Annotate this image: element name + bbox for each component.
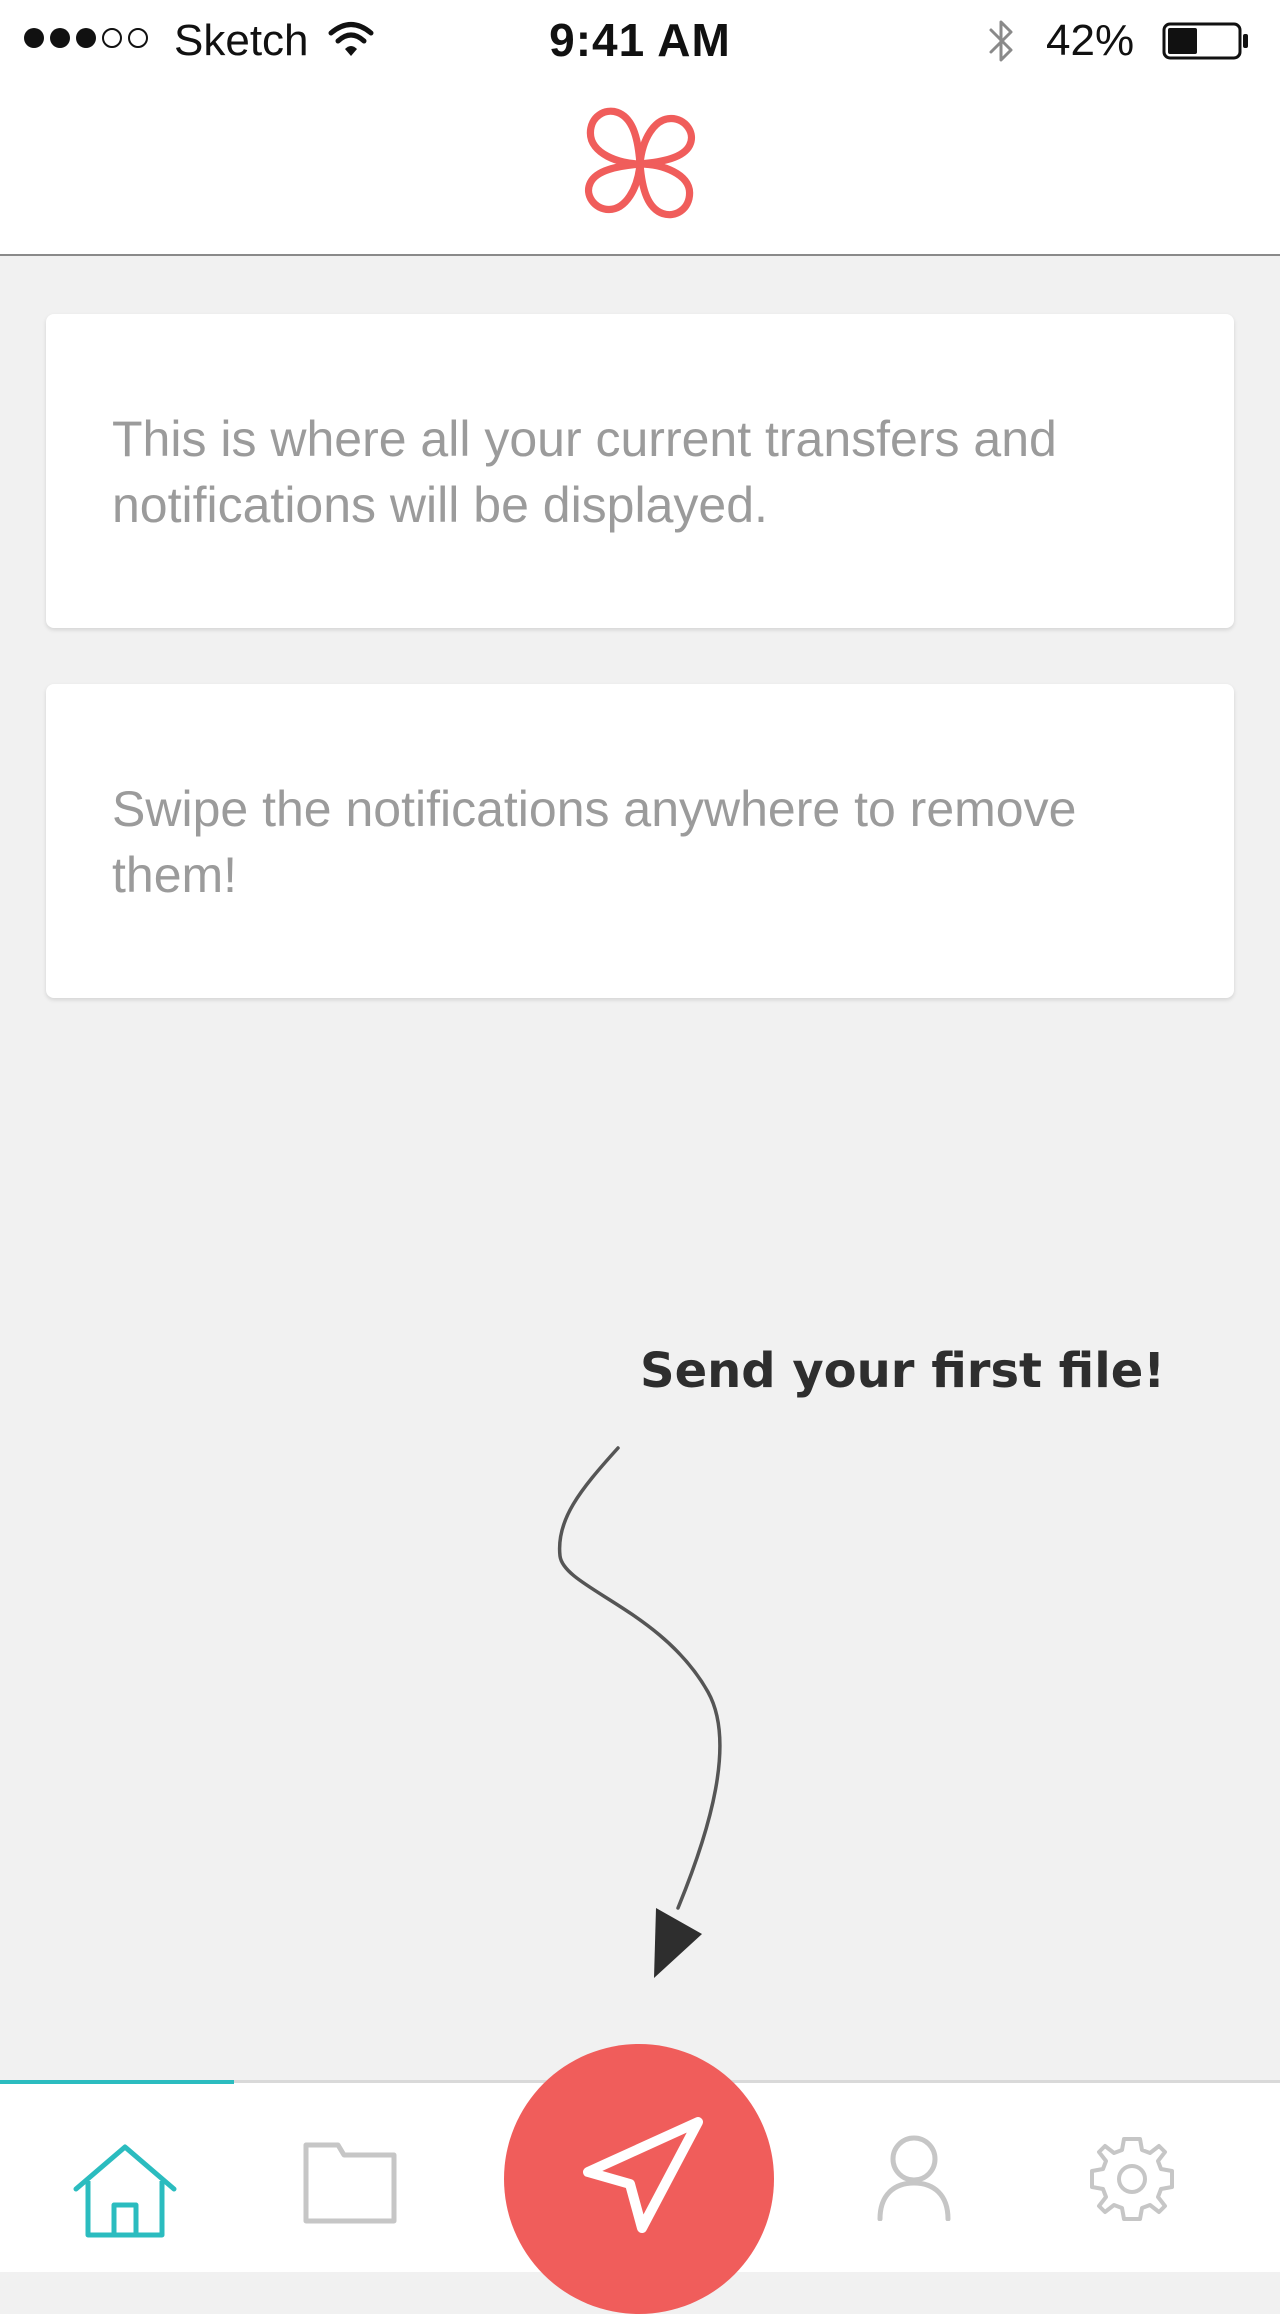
battery-percentage: 42% [1046, 16, 1135, 65]
send-file-button[interactable] [504, 2044, 774, 2314]
folder-icon[interactable] [302, 2139, 398, 2225]
info-card-swipe: Swipe the notifications anywhere to remo… [46, 684, 1234, 998]
send-arrow-icon [583, 2117, 703, 2233]
card-text: Swipe the notifications anywhere to remo… [112, 781, 1077, 903]
bluetooth-icon [989, 20, 1013, 62]
home-icon[interactable] [70, 2141, 180, 2241]
person-icon[interactable] [876, 2133, 952, 2221]
status-bar: Sketch 9:41 AM 42% [0, 0, 1280, 84]
info-card-transfers: This is where all your current transfers… [46, 314, 1234, 628]
clover-logo-icon [585, 107, 695, 219]
send-first-file-hint: Send your first file! [640, 1343, 1166, 1399]
gear-icon[interactable] [1088, 2135, 1176, 2223]
app-header [0, 84, 1280, 256]
hint-arrow-icon [557, 1446, 722, 1978]
card-text: This is where all your current transfers… [112, 411, 1057, 533]
active-tab-indicator [0, 2080, 234, 2084]
battery-icon [1162, 22, 1248, 60]
